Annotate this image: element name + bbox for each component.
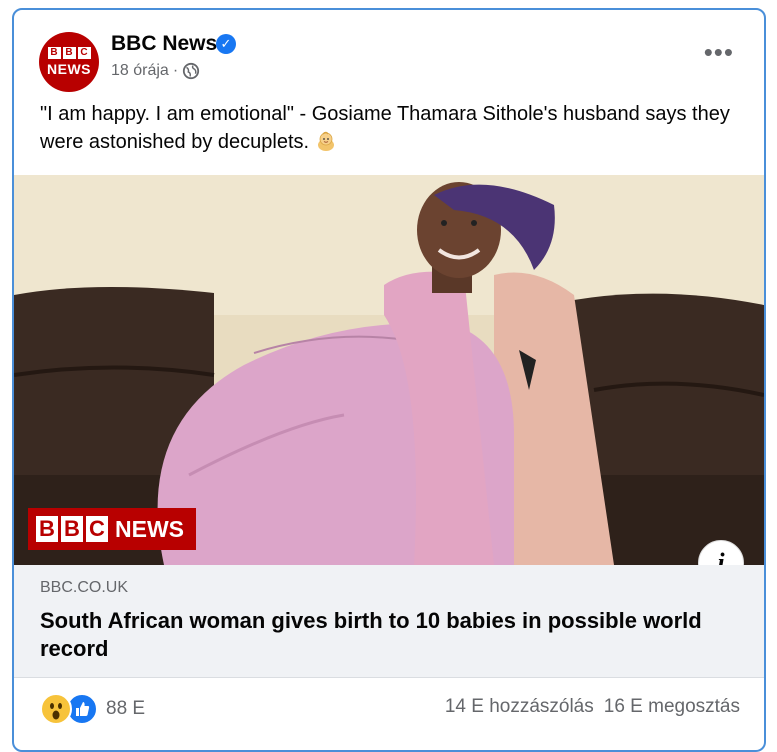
avatar-news-word: NEWS	[47, 61, 91, 77]
post-card: B B C NEWS BBC News ✓ 18 órája · ••• "I …	[12, 8, 766, 752]
link-preview[interactable]: BBC.CO.UK South African woman gives birt…	[14, 565, 764, 678]
link-domain: BBC.CO.UK	[40, 579, 129, 596]
baby-emoji-icon	[317, 131, 334, 151]
shares-count-link[interactable]: 16 E megosztás	[604, 696, 740, 718]
comments-count-link[interactable]: 14 E hozzászólás	[445, 696, 594, 718]
meta-separator: ·	[172, 62, 179, 79]
globe-icon[interactable]	[182, 62, 200, 80]
avatar-letter: C	[77, 47, 91, 59]
watermark-news-word: NEWS	[115, 515, 184, 542]
post-text: "I am happy. I am emotional" - Gosiame T…	[40, 100, 740, 156]
post-text-content: "I am happy. I am emotional" - Gosiame T…	[40, 103, 730, 153]
post-image[interactable]: B B C NEWS i	[14, 175, 764, 565]
post-time-link[interactable]: 18 órája	[111, 62, 169, 80]
watermark-letter: B	[36, 516, 58, 542]
link-title[interactable]: South African woman gives birth to 10 ba…	[40, 607, 740, 663]
reactions-summary[interactable]: 88 E	[40, 693, 145, 725]
watermark-letter: C	[86, 516, 108, 542]
page-name-link[interactable]: BBC News	[111, 32, 217, 56]
watermark-letter: B	[61, 516, 83, 542]
post-header: B B C NEWS BBC News ✓ 18 órája · •••	[14, 10, 764, 92]
post-meta: 18 órája ·	[111, 62, 200, 80]
bbc-news-watermark: B B C NEWS	[28, 508, 196, 550]
avatar-letter: B	[47, 47, 61, 59]
avatar-letter: B	[62, 47, 76, 59]
wow-reaction-icon	[40, 693, 72, 725]
photo-illustration	[14, 175, 764, 565]
reaction-count: 88 E	[106, 698, 146, 719]
avatar-bbc-logo: B B C	[47, 47, 91, 59]
engagement-stats: 14 E hozzászólás 16 E megosztás	[445, 696, 740, 718]
more-options-button[interactable]: •••	[704, 39, 734, 65]
avatar[interactable]: B B C NEWS	[39, 32, 99, 92]
verified-icon: ✓	[216, 34, 236, 54]
